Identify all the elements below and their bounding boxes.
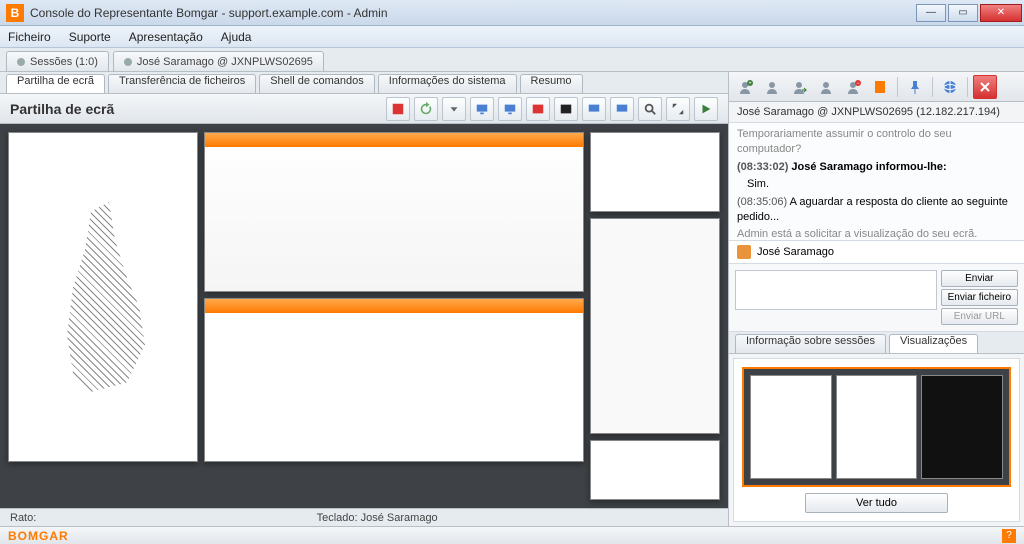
stop-sharing-button[interactable] xyxy=(386,97,410,121)
remove-user-button[interactable]: − xyxy=(841,75,865,99)
send-file-button[interactable]: Enviar ficheiro xyxy=(941,289,1018,306)
close-button[interactable]: ✕ xyxy=(980,4,1022,22)
toolbar-separator xyxy=(967,77,968,97)
right-toolbar: + − xyxy=(729,72,1024,102)
toolbar-separator xyxy=(932,77,933,97)
chat-input[interactable] xyxy=(735,270,937,310)
left-status-bar: Rato: Teclado: José Saramago xyxy=(0,508,728,526)
chat-input-area: Enviar Enviar ficheiro Enviar URL xyxy=(729,264,1024,332)
chat-line: Admin está a solicitar a visualização do… xyxy=(737,227,1016,241)
thumbnail[interactable] xyxy=(836,375,918,479)
thumbnail[interactable] xyxy=(750,375,832,479)
chat-line: (08:33:02) José Saramago informou-lhe: xyxy=(737,160,1016,175)
zoom-button[interactable] xyxy=(638,97,662,121)
lower-tabs-row: Informação sobre sessões Visualizações xyxy=(729,332,1024,354)
thumbnail[interactable] xyxy=(921,375,1003,479)
app-icon: B xyxy=(6,4,24,22)
monitor-1-button[interactable] xyxy=(470,97,494,121)
send-url-button[interactable]: Enviar URL xyxy=(941,308,1018,325)
sessions-tab-all[interactable]: Sessões (1:0) xyxy=(6,51,109,71)
help-button[interactable]: ? xyxy=(1002,529,1016,543)
thumbnail-strip xyxy=(742,367,1011,487)
dropdown-button[interactable] xyxy=(442,97,466,121)
minimize-button[interactable]: — xyxy=(916,4,946,22)
keyboard-status: Teclado: José Saramago xyxy=(317,512,438,524)
subtab-shell[interactable]: Shell de comandos xyxy=(259,74,375,93)
sessions-tab-current[interactable]: José Saramago @ JXNPLWS02695 xyxy=(113,51,324,71)
chat-line: Temporariamente assumir o controlo do se… xyxy=(737,127,1016,158)
subtab-sysinfo[interactable]: Informações do sistema xyxy=(378,74,517,93)
subtab-screen-share[interactable]: Partilha de ecrã xyxy=(6,74,105,93)
screen-share-toolbar: Partilha de ecrã xyxy=(0,94,728,124)
remote-window-1 xyxy=(8,132,198,462)
play-toolbar-button[interactable] xyxy=(694,97,718,121)
svg-text:−: − xyxy=(856,81,860,87)
remote-window-2 xyxy=(204,132,584,292)
menu-help[interactable]: Ajuda xyxy=(221,30,252,44)
thumbnails-panel: Ver tudo xyxy=(733,358,1020,522)
menubar: Ficheiro Suporte Apresentação Ajuda xyxy=(0,26,1024,48)
left-panel: Partilha de ecrã Transferência de fichei… xyxy=(0,72,728,526)
refresh-button[interactable] xyxy=(414,97,438,121)
remote-desktop-viewport[interactable] xyxy=(0,124,728,508)
tab-views[interactable]: Visualizações xyxy=(889,334,978,353)
subtab-summary[interactable]: Resumo xyxy=(520,74,583,93)
titlebar: B Console do Representante Bomgar - supp… xyxy=(0,0,1024,26)
send-button[interactable]: Enviar xyxy=(941,270,1018,287)
mouse-status: Rato: xyxy=(10,512,36,524)
chat-line: Sim. xyxy=(747,177,1016,192)
end-session-button[interactable] xyxy=(973,75,997,99)
svg-text:+: + xyxy=(748,81,752,87)
chat-line: (08:35:06) A aguardar a resposta do clie… xyxy=(737,195,1016,226)
tab-session-info[interactable]: Informação sobre sessões xyxy=(735,334,886,353)
window-title: Console do Representante Bomgar - suppor… xyxy=(30,6,914,20)
right-panel: + − José Saramago @ JXNPLWS02695 (12.182… xyxy=(728,72,1024,526)
status-dot-icon xyxy=(124,58,132,66)
toolbar-separator xyxy=(897,77,898,97)
remote-window-5 xyxy=(590,218,720,434)
user-up-button[interactable] xyxy=(814,75,838,99)
sessions-tab-current-label: José Saramago @ JXNPLWS02695 xyxy=(137,56,313,68)
menu-support[interactable]: Suporte xyxy=(69,30,111,44)
add-user-button[interactable]: + xyxy=(733,75,757,99)
remote-window-6 xyxy=(590,440,720,500)
participant-name: José Saramago xyxy=(757,246,834,258)
session-tabs-row: Sessões (1:0) José Saramago @ JXNPLWS026… xyxy=(0,48,1024,72)
footer: BOMGAR ? xyxy=(0,526,1024,544)
hand-illustration-icon xyxy=(43,202,163,392)
screen-share-heading: Partilha de ecrã xyxy=(10,101,114,117)
chat-log[interactable]: Temporariamente assumir o controlo do se… xyxy=(729,123,1024,241)
menu-presentation[interactable]: Apresentação xyxy=(129,30,203,44)
subtabs-row: Partilha de ecrã Transferência de fichei… xyxy=(0,72,728,94)
monitor-2-button[interactable] xyxy=(498,97,522,121)
notes-button[interactable] xyxy=(868,75,892,99)
brand-label: BOMGAR xyxy=(8,529,69,543)
participant-row[interactable]: José Saramago xyxy=(729,241,1024,264)
status-dot-icon xyxy=(17,58,25,66)
globe-button[interactable] xyxy=(938,75,962,99)
remote-window-4 xyxy=(590,132,720,212)
monitor-3-button[interactable] xyxy=(582,97,606,121)
view-all-button[interactable]: Ver tudo xyxy=(805,493,948,513)
monitor-4-button[interactable] xyxy=(610,97,634,121)
capture-black-button[interactable] xyxy=(554,97,578,121)
pin-button[interactable] xyxy=(903,75,927,99)
session-header: José Saramago @ JXNPLWS02695 (12.182.217… xyxy=(729,102,1024,123)
fullscreen-button[interactable] xyxy=(666,97,690,121)
avatar-icon xyxy=(737,245,751,259)
capture-red-button[interactable] xyxy=(526,97,550,121)
menu-file[interactable]: Ficheiro xyxy=(8,30,51,44)
user-gear-button[interactable] xyxy=(760,75,784,99)
sessions-tab-all-label: Sessões (1:0) xyxy=(30,56,98,68)
remote-window-3 xyxy=(204,298,584,462)
subtab-file-transfer[interactable]: Transferência de ficheiros xyxy=(108,74,256,93)
maximize-button[interactable]: ▭ xyxy=(948,4,978,22)
user-arrow-button[interactable] xyxy=(787,75,811,99)
